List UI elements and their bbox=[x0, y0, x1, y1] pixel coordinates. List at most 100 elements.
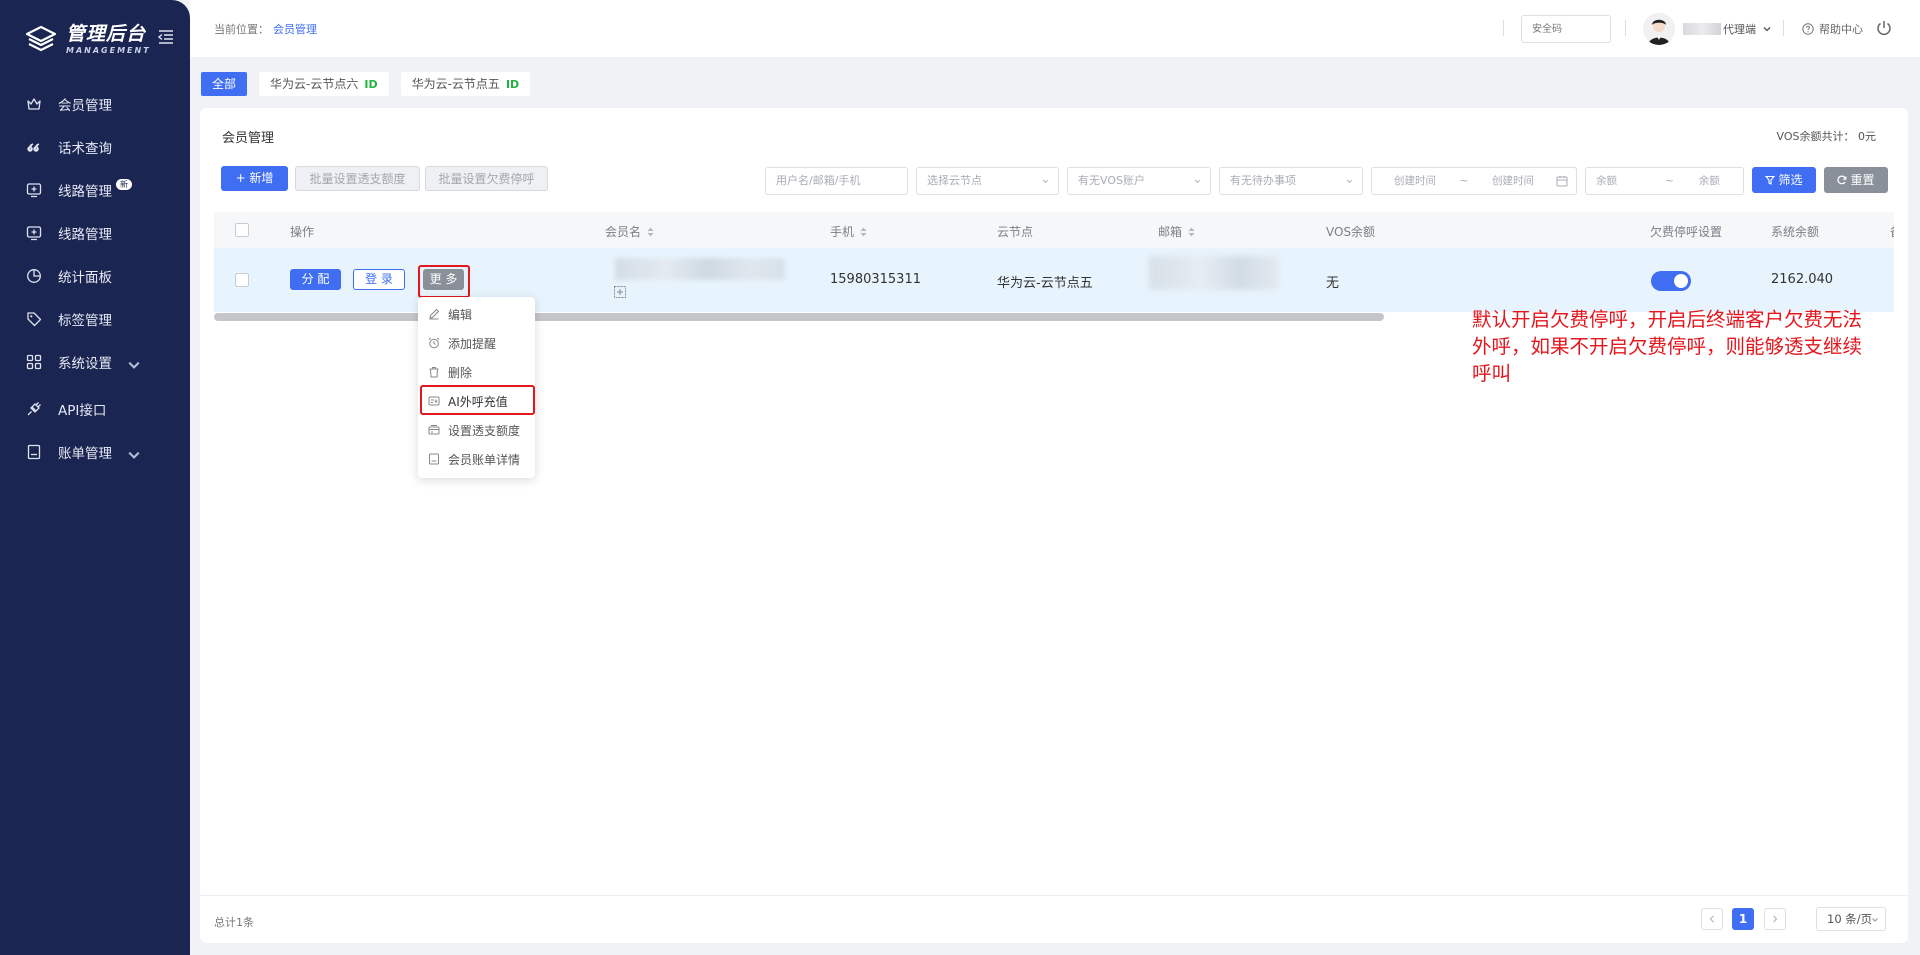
user-avatar-icon bbox=[1643, 13, 1675, 45]
filter-icon bbox=[1765, 175, 1776, 185]
breadcrumb-prefix: 当前位置： bbox=[214, 23, 269, 36]
logo-subtitle: MANAGEMENT bbox=[66, 46, 151, 55]
monitor-plus-icon bbox=[26, 183, 42, 198]
sidebar-item-label: 标签管理 bbox=[58, 313, 112, 329]
stop-call-toggle[interactable] bbox=[1651, 271, 1691, 291]
crown-icon bbox=[27, 98, 41, 110]
col-email[interactable]: 邮箱 bbox=[1158, 223, 1195, 240]
todo-select[interactable]: 有无待办事项 bbox=[1219, 167, 1363, 195]
sidebar-item-label: API接口 bbox=[58, 403, 107, 419]
edit-icon bbox=[429, 308, 440, 320]
id-tag: ID bbox=[364, 78, 378, 91]
assign-button[interactable]: 分 配 bbox=[290, 269, 341, 290]
system-balance-cell: 2162.040 bbox=[1771, 272, 1834, 287]
col-phone[interactable]: 手机 bbox=[830, 223, 867, 240]
sidebar-item-line-new[interactable]: 线路管理 新 bbox=[0, 170, 190, 210]
table-header: 操作 会员名 手机 云节点 邮箱 VOS余额 欠费停呼设置 系统余额 备 bbox=[214, 212, 1894, 248]
sidebar: 管理后台 MANAGEMENT 会员管理 话术查询 线路管理 新 线路管理 统计… bbox=[0, 0, 190, 955]
tab-all[interactable]: 全部 bbox=[201, 72, 248, 96]
overdraft-icon bbox=[428, 425, 440, 435]
menu-item-delete[interactable]: 删除 bbox=[418, 358, 535, 386]
sort-icon bbox=[1188, 227, 1195, 236]
menu-item-bill-detail[interactable]: 会员账单详情 bbox=[418, 445, 535, 473]
node-select[interactable]: 选择云节点 bbox=[916, 167, 1059, 195]
menu-item-edit[interactable]: 编辑 bbox=[418, 300, 535, 328]
logo-title: 管理后台 bbox=[66, 23, 147, 45]
sidebar-item-label: 统计面板 bbox=[58, 270, 112, 286]
next-page-button[interactable] bbox=[1764, 908, 1786, 930]
power-icon[interactable] bbox=[1875, 19, 1893, 37]
card-title: 会员管理 bbox=[222, 131, 275, 146]
sort-icon bbox=[647, 227, 654, 236]
col-balance: 系统余额 bbox=[1771, 225, 1820, 239]
menu-collapse-icon[interactable] bbox=[158, 30, 174, 44]
batch-stop-call-button[interactable]: 批量设置欠费停呼 bbox=[425, 166, 548, 191]
horizontal-scrollbar[interactable] bbox=[214, 313, 1384, 321]
node-filter-tabs: 全部 华为云-云节点六 ID 华为云-云节点五 ID bbox=[201, 72, 542, 96]
created-time-range[interactable]: 创建时间 ~ 创建时间 bbox=[1371, 167, 1577, 195]
col-action: 操作 bbox=[290, 225, 315, 239]
prev-page-button[interactable] bbox=[1701, 908, 1723, 930]
page-number[interactable]: 1 bbox=[1732, 908, 1754, 930]
expand-icon[interactable] bbox=[614, 286, 626, 298]
sidebar-item-settings[interactable]: 系统设置 bbox=[0, 342, 190, 382]
sidebar-item-script[interactable]: 话术查询 bbox=[0, 127, 190, 167]
logo[interactable]: 管理后台 MANAGEMENT bbox=[24, 20, 174, 60]
user-search-input[interactable]: 用户名/邮箱/手机 bbox=[765, 167, 908, 195]
help-center-link[interactable]: 帮助中心 bbox=[1802, 21, 1863, 37]
sidebar-item-member[interactable]: 会员管理 bbox=[0, 84, 190, 124]
col-stop-call: 欠费停呼设置 bbox=[1650, 225, 1723, 239]
chevron-down-icon bbox=[1194, 179, 1201, 184]
user-menu[interactable]: 代理端 bbox=[1683, 21, 1772, 37]
tab-node-six[interactable]: 华为云-云节点六 ID bbox=[259, 72, 389, 96]
bill-icon bbox=[27, 444, 41, 460]
calendar-icon bbox=[1556, 176, 1568, 187]
vos-total: VOS余额共计： 0元 bbox=[1776, 130, 1876, 143]
select-all-checkbox[interactable] bbox=[235, 223, 249, 237]
sidebar-item-label: 线路管理 bbox=[58, 184, 112, 200]
help-label: 帮助中心 bbox=[1819, 23, 1863, 36]
sidebar-item-line[interactable]: 线路管理 bbox=[0, 213, 190, 253]
add-button[interactable]: + 新增 bbox=[221, 166, 288, 191]
header-divider bbox=[1625, 20, 1626, 36]
sidebar-item-label: 系统设置 bbox=[58, 356, 112, 372]
col-member[interactable]: 会员名 bbox=[605, 223, 654, 240]
page-size-select[interactable]: 10 条/页 bbox=[1816, 907, 1886, 931]
user-name-suffix: 代理端 bbox=[1723, 23, 1756, 36]
tag-icon bbox=[27, 312, 42, 327]
chevron-down-icon bbox=[1763, 27, 1771, 32]
annotation-note: 默认开启欠费停呼，开启后终端客户欠费无法外呼，如果不开启欠费停呼，则能够透支继续… bbox=[1472, 308, 1863, 385]
new-badge: 新 bbox=[116, 178, 132, 190]
menu-item-set-overdraft[interactable]: 设置透支额度 bbox=[418, 416, 535, 444]
col-vos: VOS余额 bbox=[1326, 225, 1376, 239]
batch-overdraft-button[interactable]: 批量设置透支额度 bbox=[295, 166, 420, 191]
reset-label: 重置 bbox=[1850, 173, 1875, 187]
tab-label: 全部 bbox=[212, 77, 237, 91]
phone-cell: 15980315311 bbox=[830, 272, 921, 287]
col-member-label: 会员名 bbox=[605, 225, 642, 239]
avatar[interactable] bbox=[1643, 13, 1675, 45]
breadcrumb-current[interactable]: 会员管理 bbox=[273, 23, 317, 36]
sidebar-item-label: 话术查询 bbox=[58, 141, 112, 157]
todo-select-placeholder: 有无待办事项 bbox=[1230, 174, 1296, 187]
balance-range[interactable]: 余额 ~ 余额 bbox=[1585, 167, 1744, 195]
login-button[interactable]: 登 录 bbox=[353, 269, 405, 290]
safe-code-input[interactable] bbox=[1521, 15, 1611, 43]
balance-max: 余额 bbox=[1698, 175, 1720, 187]
tab-node-five[interactable]: 华为云-云节点五 ID bbox=[400, 72, 531, 96]
tab-label: 华为云-云节点六 bbox=[270, 77, 359, 91]
sidebar-item-stats[interactable]: 统计面板 bbox=[0, 256, 190, 296]
sidebar-item-tags[interactable]: 标签管理 bbox=[0, 299, 190, 339]
member-name-blurred bbox=[615, 258, 785, 280]
menu-item-label: 编辑 bbox=[448, 307, 473, 322]
vos-account-select[interactable]: 有无VOS账户 bbox=[1067, 167, 1211, 195]
node-cell: 华为云-云节点五 bbox=[997, 276, 1093, 291]
menu-item-add-reminder[interactable]: 添加提醒 bbox=[418, 329, 535, 357]
chevron-down-icon bbox=[1872, 918, 1878, 922]
row-checkbox[interactable] bbox=[235, 273, 249, 287]
sidebar-item-api[interactable]: API接口 bbox=[0, 389, 190, 429]
search-button[interactable]: 筛选 bbox=[1752, 167, 1816, 193]
reset-button[interactable]: 重置 bbox=[1824, 167, 1888, 193]
email-blurred bbox=[1149, 256, 1279, 290]
sidebar-item-bills[interactable]: 账单管理 bbox=[0, 432, 190, 472]
